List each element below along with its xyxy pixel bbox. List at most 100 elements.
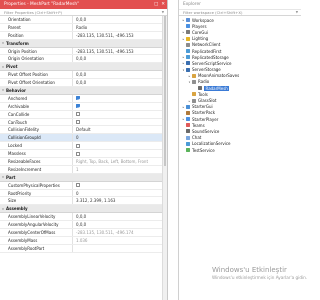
property-row[interactable]: RootPriority 0 [0, 189, 163, 198]
explorer-item-label: NetworkClient [192, 42, 221, 48]
property-category[interactable]: ▾ Part [0, 173, 163, 182]
property-row[interactable]: AssemblyRootPart [0, 244, 163, 253]
maximize-icon[interactable]: □ [154, 0, 158, 9]
explorer-item-label: GlassSlot [198, 98, 217, 104]
explorer-filter-input[interactable]: Filter workspace (Ctrl+Shift+X) ▼ [179, 9, 301, 16]
property-checkbox[interactable] [72, 118, 163, 126]
property-row[interactable]: Archivable [0, 102, 163, 111]
explorer-item-label: Chat [192, 135, 202, 141]
checkbox-icon[interactable] [76, 151, 80, 156]
chevron-down-icon[interactable]: ▼ [162, 9, 164, 16]
checkbox-icon[interactable] [76, 183, 80, 188]
property-category[interactable]: ▾ Pivot [0, 63, 163, 72]
property-name: AssemblyAngularVelocity [8, 222, 59, 228]
property-value[interactable]: -283.135, 130.511, -496.153 [72, 47, 163, 55]
property-name: Parent [8, 24, 21, 30]
property-row[interactable]: AssemblyMass 1.036 [0, 236, 163, 245]
property-value[interactable]: -283.135, 130.511, -496.174 [72, 229, 163, 236]
property-name: CanTouch [8, 119, 28, 125]
explorer-item[interactable]: TestService [179, 147, 301, 153]
instance-icon [186, 18, 190, 23]
checkbox-icon[interactable] [76, 112, 80, 117]
property-row[interactable]: Pivot Offset Position 0,0,0 [0, 71, 163, 80]
property-row[interactable]: CollisionFidelity Default [0, 126, 163, 135]
category-label: Assembly [6, 206, 28, 212]
property-category[interactable]: ▾ Assembly [0, 205, 163, 214]
property-checkbox[interactable] [72, 110, 163, 118]
property-row[interactable]: AssemblyCenterOfMass -283.135, 130.511, -… [0, 229, 163, 237]
properties-filter-input[interactable]: Filter Properties (Ctrl+Shift+P) ▼ [0, 9, 167, 16]
property-checkbox[interactable] [72, 142, 163, 150]
property-value[interactable] [72, 244, 163, 252]
property-row[interactable]: Locked [0, 142, 163, 151]
property-row[interactable]: AssemblyLinearVelocity 0,0,0 [0, 213, 163, 222]
instance-icon [186, 55, 190, 60]
property-category[interactable]: ▾ Behavior [0, 87, 163, 95]
property-value[interactable]: 0 [72, 134, 163, 142]
property-value[interactable]: 1 [72, 165, 163, 173]
property-row[interactable]: AssemblyAngularVelocity 0,0,0 [0, 221, 163, 230]
instance-icon [192, 92, 196, 97]
property-row[interactable]: Anchored [0, 94, 163, 103]
property-value[interactable]: 0 [72, 189, 163, 197]
instance-icon [186, 123, 190, 128]
property-row[interactable]: Massless [0, 150, 163, 159]
property-row[interactable]: Position -283.135, 130.511, -496.153 [0, 31, 163, 40]
explorer-item-label: Players [192, 23, 207, 29]
property-name: AssemblyMass [8, 237, 38, 243]
checkbox-icon[interactable] [76, 143, 80, 148]
property-value[interactable]: 0,0,0 [72, 16, 163, 23]
activation-watermark: Windows'u Etkinleştir Windows'u etkinleş… [212, 266, 307, 281]
property-value[interactable]: Right, Top, Back, Left, Bottom, Front [72, 158, 163, 165]
property-row[interactable]: Parent Radio [0, 23, 163, 32]
property-name: AssemblyRootPart [8, 245, 45, 251]
property-row[interactable]: Origin Position -283.135, 130.511, -496.1… [0, 47, 163, 56]
property-row[interactable]: CustomPhysicalProperties [0, 181, 163, 190]
property-row[interactable]: ResizeIncrement 1 [0, 165, 163, 174]
property-row[interactable]: Pivot Offset Orientation 0,0,0 [0, 79, 163, 88]
property-value[interactable]: 0,0,0 [72, 79, 163, 87]
property-value[interactable]: Default [72, 126, 163, 134]
checkbox-checked-icon[interactable] [76, 96, 80, 101]
checkbox-checked-icon[interactable] [76, 104, 80, 109]
property-row[interactable]: ResizeableFaces Right, Top, Back, Left, B… [0, 158, 163, 166]
property-row[interactable]: Origin Orientation 0,0,0 [0, 55, 163, 64]
explorer-item-label: Teams [192, 122, 205, 128]
explorer-item-label: LocalizationService [192, 141, 231, 147]
properties-scrollbar[interactable] [162, 16, 167, 300]
property-name: AssemblyCenterOfMass [8, 229, 56, 235]
property-row[interactable]: CanTouch [0, 118, 163, 127]
property-row[interactable]: CollisionGroupId 0 [0, 134, 163, 143]
property-checkbox[interactable] [72, 181, 163, 189]
property-value[interactable]: 1.036 [72, 236, 163, 244]
property-row[interactable]: Orientation 0,0,0 [0, 16, 163, 24]
explorer-item-label: StarterPlayer [192, 116, 219, 122]
property-checkbox[interactable] [72, 150, 163, 158]
property-value[interactable]: 0,0,0 [72, 213, 163, 221]
property-value[interactable]: 3.312, 2.399, 1.163 [72, 197, 163, 205]
property-value[interactable]: 0,0,0 [72, 221, 163, 229]
property-category[interactable]: ▾ Transform [0, 39, 163, 48]
property-value[interactable]: -283.135, 130.511, -496.153 [72, 31, 163, 39]
property-checkbox[interactable] [72, 102, 163, 110]
property-row[interactable]: Size 3.312, 2.399, 1.163 [0, 197, 163, 206]
checkbox-icon[interactable] [76, 120, 80, 125]
explorer-item-label: SoundService [192, 128, 220, 134]
property-name: Archivable [8, 103, 30, 109]
property-name: Origin Orientation [8, 56, 44, 62]
properties-filter-placeholder: Filter Properties (Ctrl+Shift+P) [4, 9, 63, 15]
property-name: Locked [8, 143, 22, 149]
property-checkbox[interactable] [72, 94, 163, 102]
property-row[interactable]: CanCollide [0, 110, 163, 119]
property-value[interactable]: 0,0,0 [72, 71, 163, 79]
instance-icon [186, 67, 190, 72]
explorer-item-label: MoonAnimatorSaves [198, 73, 240, 79]
property-value[interactable]: Radio [72, 23, 163, 31]
category-label: Part [6, 174, 16, 180]
property-value[interactable]: 0,0,0 [72, 55, 163, 63]
chevron-down-icon[interactable]: ▼ [296, 9, 298, 16]
close-icon[interactable]: ✕ [161, 0, 165, 9]
explorer-item-label: StarterGui [192, 104, 213, 110]
explorer-item-label: ReplicatedStorage [192, 54, 229, 60]
properties-scrollbar-thumb[interactable] [164, 16, 166, 166]
